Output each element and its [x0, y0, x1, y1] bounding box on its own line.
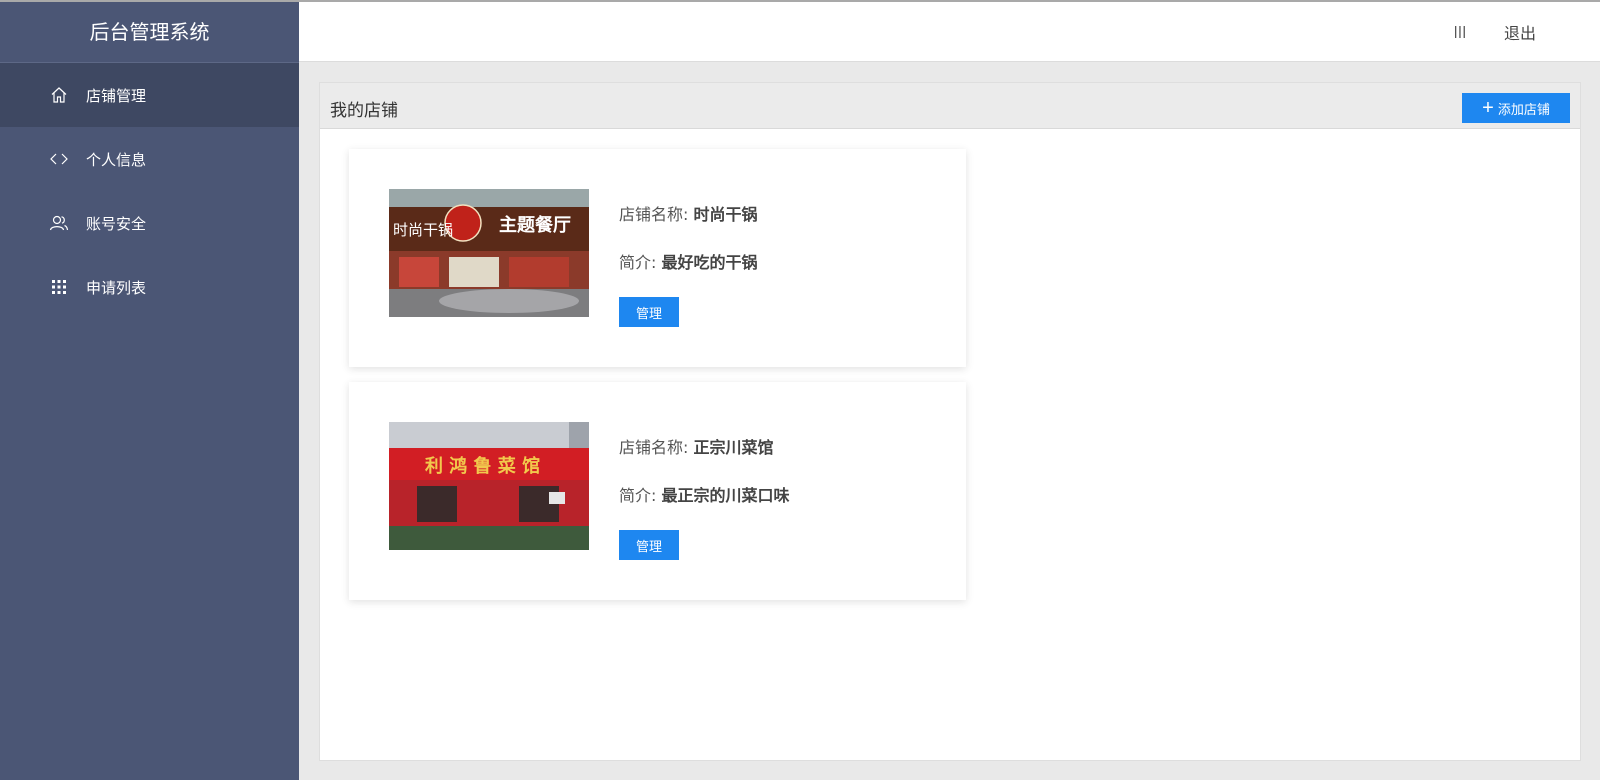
sidebar-item-personal-info[interactable]: 个人信息: [0, 127, 299, 191]
manage-button[interactable]: 管理: [619, 297, 679, 327]
sidebar-item-store-management[interactable]: 店铺管理: [0, 63, 299, 127]
store-sign-text-right: 主题餐厅: [499, 214, 571, 236]
sidebar-item-label: 店铺管理: [86, 86, 147, 105]
store-name-label: 店铺名称:: [619, 205, 689, 224]
store-name-label: 店铺名称:: [619, 438, 689, 457]
store-name-row: 店铺名称: 时尚干锅: [619, 201, 758, 225]
sidebar-item-label: 申请列表: [86, 278, 147, 297]
store-desc: 最好吃的干锅: [661, 253, 758, 272]
panel-header: 我的店铺 + 添加店铺: [320, 83, 1580, 129]
store-info: 店铺名称: 正宗川菜馆 简介: 最正宗的川菜口味 管理: [619, 434, 790, 560]
sidebar-item-account-security[interactable]: 账号安全: [0, 191, 299, 255]
store-desc: 最正宗的川菜口味: [661, 486, 790, 505]
main-panel: 我的店铺 + 添加店铺 时尚干锅 主题餐厅 店铺名称: 时尚干锅 简介: 最好吃…: [319, 82, 1581, 761]
store-name: 时尚干锅: [693, 205, 758, 224]
page-title: 我的店铺: [330, 101, 398, 121]
add-store-button[interactable]: + 添加店铺: [1462, 93, 1570, 123]
store-sign-text: 利 鸿 鲁 菜 馆: [425, 455, 540, 477]
store-name-row: 店铺名称: 正宗川菜馆: [619, 434, 790, 458]
store-info: 店铺名称: 时尚干锅 简介: 最好吃的干锅 管理: [619, 201, 758, 327]
code-brackets-icon: [48, 148, 70, 170]
store-photo: 时尚干锅 主题餐厅: [389, 189, 589, 317]
sidebar-item-label: 个人信息: [86, 150, 147, 169]
store-card: 时尚干锅 主题餐厅 店铺名称: 时尚干锅 简介: 最好吃的干锅 管理: [349, 149, 966, 367]
users-icon: [48, 212, 70, 234]
store-sign-text-left: 时尚干锅: [393, 221, 453, 239]
store-desc-label: 简介:: [619, 486, 657, 505]
sidebar-item-label: 账号安全: [86, 214, 147, 233]
store-desc-row: 简介: 最正宗的川菜口味: [619, 482, 790, 506]
menu-icon[interactable]: [1450, 22, 1470, 42]
top-header: 退出: [299, 2, 1600, 62]
plus-icon: +: [1482, 97, 1494, 119]
grid-icon: [48, 276, 70, 298]
add-store-label: 添加店铺: [1497, 101, 1550, 117]
sidebar: 后台管理系统 店铺管理 个人信息 账号安全 申请列表: [0, 2, 299, 780]
home-icon: [48, 84, 70, 106]
store-card: 利 鸿 鲁 菜 馆 店铺名称: 正宗川菜馆 简介: 最正宗的川菜口味 管理: [349, 382, 966, 600]
store-desc-label: 简介:: [619, 253, 657, 272]
store-desc-row: 简介: 最好吃的干锅: [619, 249, 758, 273]
store-photo: 利 鸿 鲁 菜 馆: [389, 422, 589, 550]
store-name: 正宗川菜馆: [693, 438, 774, 457]
app-title: 后台管理系统: [0, 2, 299, 63]
sidebar-item-application-list[interactable]: 申请列表: [0, 255, 299, 319]
logout-link[interactable]: 退出: [1504, 20, 1536, 44]
manage-button[interactable]: 管理: [619, 530, 679, 560]
